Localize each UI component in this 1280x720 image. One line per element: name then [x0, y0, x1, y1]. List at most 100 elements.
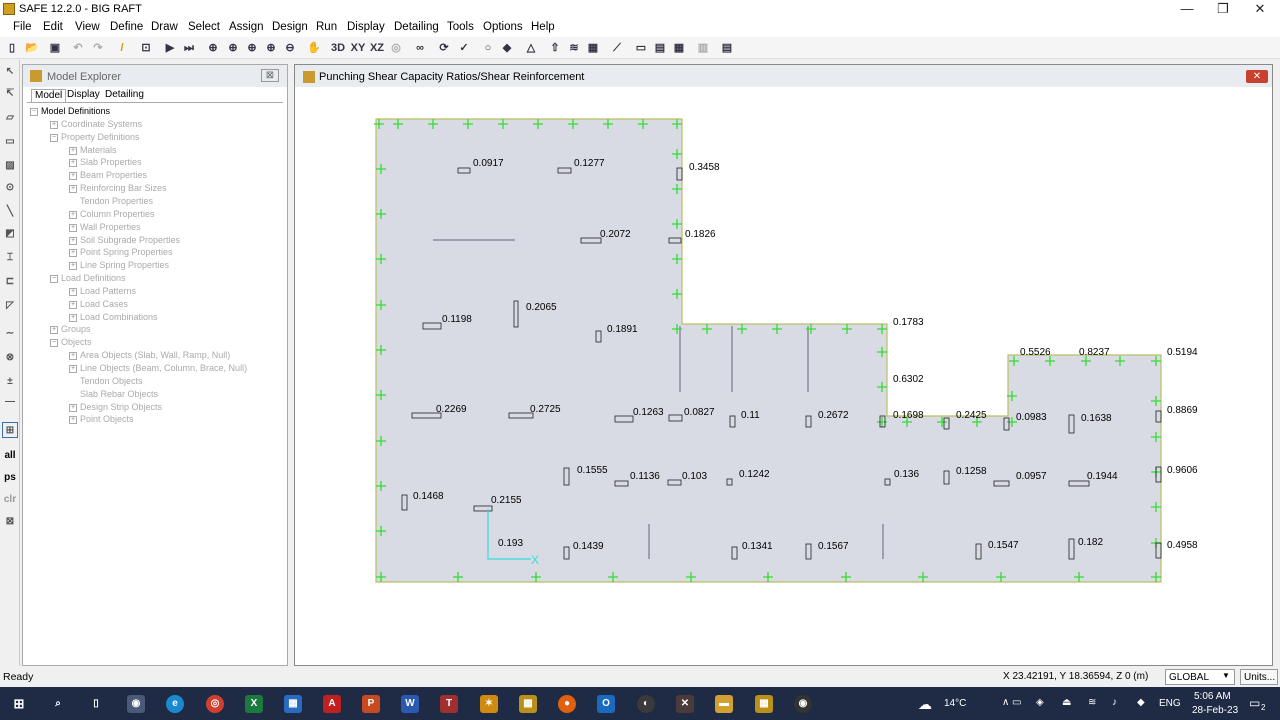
tab-detailing[interactable]: Detailing [102, 89, 147, 103]
zoom-in-icon[interactable]: ⊕ [263, 40, 279, 56]
tree-item[interactable]: Load Combinations [80, 312, 158, 322]
plan-canvas[interactable]: X 0.0917 0.1277 0.3458 0.2072 0.1826 0.1198 0.2… [295, 87, 1272, 665]
camera-icon[interactable]: ▦ [585, 40, 601, 56]
acrobat-icon[interactable]: A [323, 695, 341, 713]
minimize-button[interactable]: — [1169, 0, 1205, 18]
tree-item[interactable]: Point Objects [80, 414, 134, 424]
app-yellow-icon[interactable]: ✶ [480, 695, 498, 713]
tab-model[interactable]: Model [31, 89, 67, 103]
zoom-previous-icon[interactable]: ⊕ [244, 40, 260, 56]
strip-icon[interactable]: ▤ [652, 40, 668, 56]
tree-item[interactable]: Slab Rebar Objects [80, 389, 158, 399]
tree-item[interactable]: Tendon Objects [80, 376, 143, 386]
menu-edit[interactable]: Edit [43, 21, 63, 33]
circle-icon[interactable]: ○ [480, 40, 496, 56]
tree-item[interactable]: Load Definitions [61, 273, 126, 283]
tree-expander[interactable]: + [69, 236, 77, 245]
table2-icon[interactable]: ▤ [719, 40, 735, 56]
menu-select[interactable]: Select [188, 21, 220, 33]
draw-point-icon[interactable]: ⊙ [2, 180, 18, 196]
weather-temp[interactable]: 14°C [944, 698, 966, 709]
battery-icon[interactable]: ▭ [1012, 697, 1021, 708]
tree-expander[interactable]: − [50, 133, 58, 142]
draw-rect-icon[interactable]: ▭ [2, 134, 18, 150]
tree-item[interactable]: Line Objects (Beam, Column, Brace, Null) [80, 363, 247, 373]
safe-icon[interactable]: ▦ [519, 695, 537, 713]
draw-dimension-icon[interactable]: ± [2, 374, 18, 390]
menu-view[interactable]: View [75, 21, 100, 33]
clock-date[interactable]: 28-Feb-23 [1192, 705, 1238, 716]
tree-expander[interactable]: + [69, 313, 77, 322]
select-all-button[interactable]: all [2, 448, 18, 464]
save-icon[interactable]: ▣ [47, 40, 63, 56]
tree-expander[interactable]: + [69, 352, 77, 361]
draw-strip-icon[interactable]: ◸ [2, 298, 18, 314]
draw-area-icon[interactable]: ▱ [2, 110, 18, 126]
task-view-icon[interactable]: ▯ [87, 695, 105, 713]
view-close-button[interactable]: ✕ [1246, 70, 1268, 83]
tab-display[interactable]: Display [64, 89, 103, 103]
glasses-icon[interactable]: ∞ [412, 40, 428, 56]
line-icon[interactable]: ⟋ [609, 40, 625, 56]
safe2-icon[interactable]: ▦ [755, 695, 773, 713]
search-icon[interactable]: ⌕ [49, 695, 67, 713]
tree-expander[interactable]: − [30, 108, 38, 116]
intersect-icon[interactable]: ⊠ [2, 514, 18, 530]
draw-line-icon[interactable]: ╲ [2, 204, 18, 220]
tree-item[interactable]: Area Objects (Slab, Wall, Ramp, Null) [80, 350, 230, 360]
menu-file[interactable]: File [13, 21, 32, 33]
tree-item[interactable]: Coordinate Systems [61, 119, 142, 129]
tree-expander[interactable]: + [69, 185, 77, 194]
tree-expander[interactable]: + [69, 249, 77, 258]
properties-icon[interactable]: ⊡ [138, 40, 154, 56]
tree-item[interactable]: Load Patterns [80, 286, 136, 296]
draw-rule-icon[interactable]: — [2, 394, 18, 410]
new-icon[interactable]: ▯ [4, 40, 20, 56]
view-xz-icon[interactable]: XZ [369, 40, 385, 56]
tree-item[interactable]: Groups [61, 324, 91, 334]
outlook-icon[interactable]: O [597, 695, 615, 713]
tree-item[interactable]: Line Spring Properties [80, 260, 169, 270]
tree-item[interactable]: Objects [61, 337, 92, 347]
select-previous-button[interactable]: ps [2, 470, 18, 486]
eraser-icon[interactable]: ◆ [499, 40, 515, 56]
usb-icon[interactable]: ⏏ [1062, 697, 1071, 708]
explorer-icon[interactable]: ▬ [715, 695, 733, 713]
tree-expander[interactable]: + [69, 210, 77, 219]
refresh-icon[interactable]: ⟳ [436, 40, 452, 56]
reshape-icon[interactable]: ↸ [2, 86, 18, 102]
tree-expander[interactable]: + [69, 223, 77, 232]
tree-item[interactable]: Property Definitions [61, 132, 140, 142]
menu-display[interactable]: Display [347, 21, 385, 33]
draw-column-icon[interactable]: ⌶ [2, 250, 18, 266]
store-icon[interactable]: ▦ [284, 695, 302, 713]
wifi-icon[interactable]: ≋ [1088, 697, 1096, 708]
tree-expander[interactable]: + [69, 172, 77, 181]
tree-expander[interactable]: + [50, 326, 58, 335]
zoom-out-icon[interactable]: ⊖ [282, 40, 298, 56]
spring-icon[interactable]: ≋ [566, 40, 582, 56]
menu-detailing[interactable]: Detailing [394, 21, 439, 33]
check-icon[interactable]: ✓ [456, 40, 472, 56]
obs-icon[interactable]: ◉ [794, 695, 812, 713]
draw-support-icon[interactable]: ⊗ [2, 350, 18, 366]
triangle-icon[interactable]: △ [523, 40, 539, 56]
tree-expander[interactable]: − [50, 339, 58, 348]
menu-define[interactable]: Define [110, 21, 143, 33]
pan-icon[interactable]: ✋ [306, 40, 322, 56]
menu-options[interactable]: Options [483, 21, 523, 33]
menu-design[interactable]: Design [272, 21, 308, 33]
tree-item[interactable]: Slab Properties [80, 157, 142, 167]
explorer-close-button[interactable]: ⊠ [261, 69, 279, 82]
table-icon[interactable]: ▥ [695, 40, 711, 56]
tree-expander[interactable]: + [69, 262, 77, 271]
edge-icon[interactable]: e [166, 695, 184, 713]
firefox-icon[interactable]: ● [558, 695, 576, 713]
arrow-up-icon[interactable]: ⇧ [547, 40, 563, 56]
draw-grid-icon[interactable]: ⊞ [2, 422, 18, 438]
menu-run[interactable]: Run [316, 21, 337, 33]
volume-icon[interactable]: ♪ [1112, 697, 1117, 708]
word-icon[interactable]: W [401, 695, 419, 713]
tree-item[interactable]: Model Definitions [41, 106, 110, 116]
tray-chevron-icon[interactable]: ∧ [1002, 697, 1009, 708]
